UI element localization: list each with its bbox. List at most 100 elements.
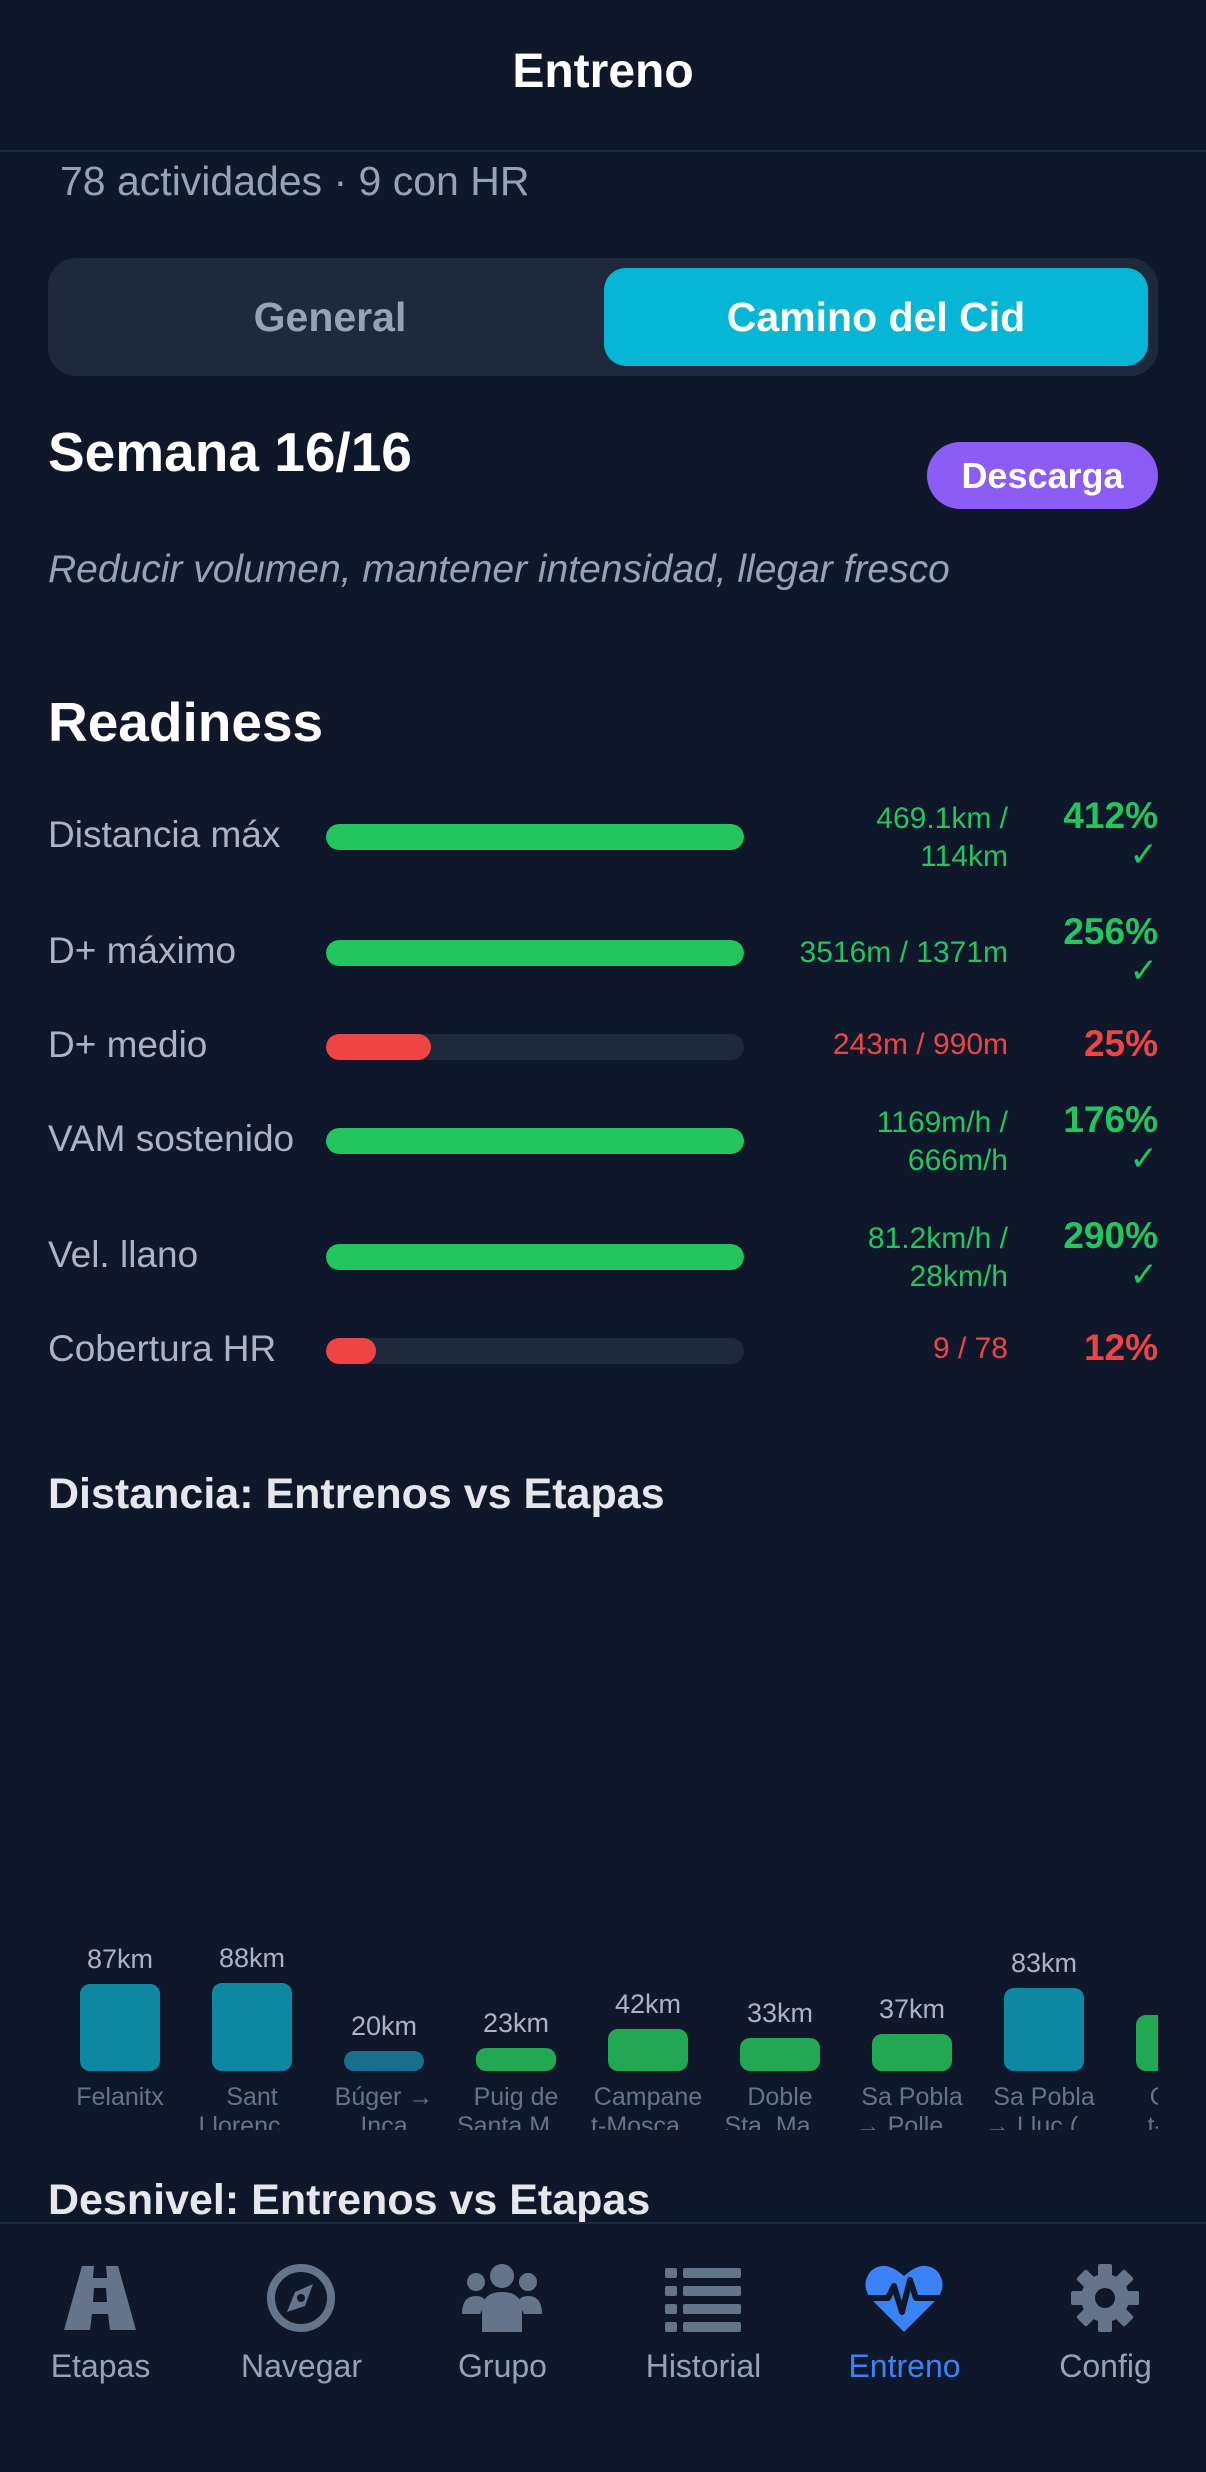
chart-bar-group[interactable]: 88km Sant Llorenç… [186, 1530, 318, 2130]
readiness-label: Distancia máx [48, 814, 281, 855]
tab-etapas[interactable]: Etapas [0, 2248, 201, 2388]
readiness-bar [326, 1128, 744, 1154]
chart-data-label: 33km [746, 1998, 814, 2028]
chart-bar[interactable] [476, 2048, 556, 2071]
phase-badge: Descarga [927, 442, 1158, 509]
chart-category-label: t-S… [1147, 2112, 1158, 2130]
chart-data-label: 23km [482, 2008, 550, 2038]
readiness-percent: 176% ✓ [1063, 1098, 1158, 1176]
chart-category-label: Felanitx [76, 2083, 164, 2111]
check-icon: ✓ [1129, 1256, 1159, 1294]
segment-general[interactable]: General [58, 268, 602, 366]
segmented-control: General Camino del Cid [48, 258, 1158, 376]
readiness-percent-value: 12% [1083, 1327, 1158, 1368]
chart-category-label: Campane [593, 2083, 703, 2111]
tab-config[interactable]: Config [1005, 2248, 1206, 2388]
chart-bar[interactable] [1136, 2015, 1158, 2071]
chart-category-label: → Lluc (… [984, 2112, 1104, 2130]
chart-data-label: 20km [350, 2011, 418, 2041]
chart-bar-group[interactable]: 23km Puig de Santa M… [450, 1530, 582, 2130]
readiness-label: VAM sostenido [48, 1118, 295, 1159]
chart-bar[interactable] [872, 2034, 952, 2071]
chart-bar[interactable] [212, 1983, 292, 2071]
tab-label: Config [1059, 2348, 1152, 2384]
tab-label: Historial [645, 2348, 762, 2384]
tab-bar: Etapas Navegar Grupo Historial Entreno C… [0, 2222, 1206, 2472]
chart-bar[interactable] [740, 2038, 820, 2071]
chart-category-label: Cam [1110, 2083, 1158, 2112]
tab-grupo[interactable]: Grupo [402, 2248, 603, 2388]
readiness-value-line: 114km [920, 840, 1008, 873]
chart-category-label: Santa M… [456, 2112, 576, 2130]
chart-category-label: Sa Pobla [993, 2083, 1095, 2111]
readiness-percent-value: 256% [1063, 911, 1158, 952]
chart-category-label: Doble [747, 2083, 813, 2111]
readiness-percent: 12% [1084, 1326, 1158, 1370]
chart-data-label: 88km [218, 1943, 286, 1973]
readiness-value: 9 / 78 [748, 1330, 1008, 1368]
readiness-label: D+ medio [48, 1024, 208, 1065]
week-description: Reducir volumen, mantener intensidad, ll… [48, 548, 950, 591]
chart-bar-group[interactable]: 20km Búger → Inca [318, 1530, 450, 2130]
readiness-bar-fill [326, 940, 744, 966]
readiness-label: Vel. llano [48, 1234, 199, 1275]
chart-category-label: Sant [226, 2083, 278, 2111]
tab-historial[interactable]: Historial [603, 2248, 804, 2388]
readiness-bar [326, 940, 744, 966]
gear-icon [1071, 2264, 1139, 2332]
chart-data-label: 42km [614, 1989, 682, 2019]
chart-bar[interactable] [80, 1984, 160, 2071]
chart-bar-group[interactable]: 33km Doble Sta. Ma… [714, 1530, 846, 2130]
readiness-bar-fill [326, 1128, 744, 1154]
tab-entreno[interactable]: Entreno [804, 2248, 1005, 2388]
chart-bar-group[interactable]: 42km Campane t-Mosca… [582, 1530, 714, 2130]
chart-category-label: t-Mosca… [591, 2112, 705, 2130]
readiness-bar-fill [326, 824, 744, 850]
readiness-value-line: 1169m/h / [876, 1106, 1008, 1139]
readiness-value-line: 9 / 78 [932, 1332, 1008, 1365]
readiness-bar-fill [326, 1338, 377, 1364]
app-header: Entreno [0, 0, 1206, 152]
chart-category-label: Búger → [334, 2083, 434, 2111]
readiness-bar [326, 1338, 744, 1364]
week-title: Semana 16/16 [48, 421, 412, 483]
readiness-percent-value: 412% [1063, 795, 1158, 836]
readiness-bar [326, 1244, 744, 1270]
readiness-percent-value: 25% [1083, 1023, 1158, 1064]
chart-bar-group[interactable]: 37km Sa Pobla → Polle… [846, 1530, 978, 2130]
readiness-value-line: 469.1km / [876, 802, 1008, 835]
tab-label: Entreno [848, 2348, 961, 2384]
chart-category-label: → Polle… [855, 2112, 969, 2130]
readiness-value-line: 243m / 990m [832, 1028, 1008, 1061]
road-icon [64, 2266, 136, 2330]
readiness-value: 243m / 990m [748, 1026, 1008, 1064]
readiness-percent: 412% ✓ [1063, 794, 1158, 872]
chart-bar-group[interactable]: 5 Camt-S… [1110, 1530, 1158, 2130]
check-icon: ✓ [1129, 952, 1159, 990]
readiness-percent: 25% [1084, 1022, 1158, 1066]
chart-bar[interactable] [608, 2029, 688, 2071]
heartbeat-icon [865, 2265, 943, 2332]
readiness-value-line: 28km/h [909, 1260, 1008, 1293]
compass-icon [267, 2264, 335, 2332]
distance-chart[interactable]: 87km Felanitx 88km Sant Llorenç… 20km Búger → I… [48, 1530, 1158, 2130]
readiness-title: Readiness [48, 691, 324, 753]
readiness-value-line: 666m/h [907, 1144, 1008, 1177]
chart-data-label: 37km [878, 1994, 946, 2024]
check-icon: ✓ [1129, 1140, 1159, 1178]
chart-data-label: 5 [1110, 1975, 1158, 2006]
page-title: Entreno [512, 44, 694, 98]
check-icon: ✓ [1129, 836, 1159, 874]
activity-summary: 78 actividades · 9 con HR [60, 158, 530, 204]
readiness-percent: 256% ✓ [1063, 910, 1158, 988]
readiness-value: 3516m / 1371m [748, 934, 1008, 972]
chart-category-label: Sta. Ma… [724, 2112, 836, 2130]
chart-bar-group[interactable]: 83km Sa Pobla → Lluc (… [978, 1530, 1110, 2130]
chart-bar[interactable] [1004, 1988, 1084, 2071]
tab-label: Grupo [458, 2348, 547, 2384]
tab-navegar[interactable]: Navegar [201, 2248, 402, 2388]
chart-bar-group[interactable]: 87km Felanitx [54, 1530, 186, 2130]
chart-bar[interactable] [344, 2051, 424, 2071]
readiness-percent-value: 290% [1063, 1215, 1158, 1256]
segment-camino-del-cid[interactable]: Camino del Cid [604, 268, 1148, 366]
